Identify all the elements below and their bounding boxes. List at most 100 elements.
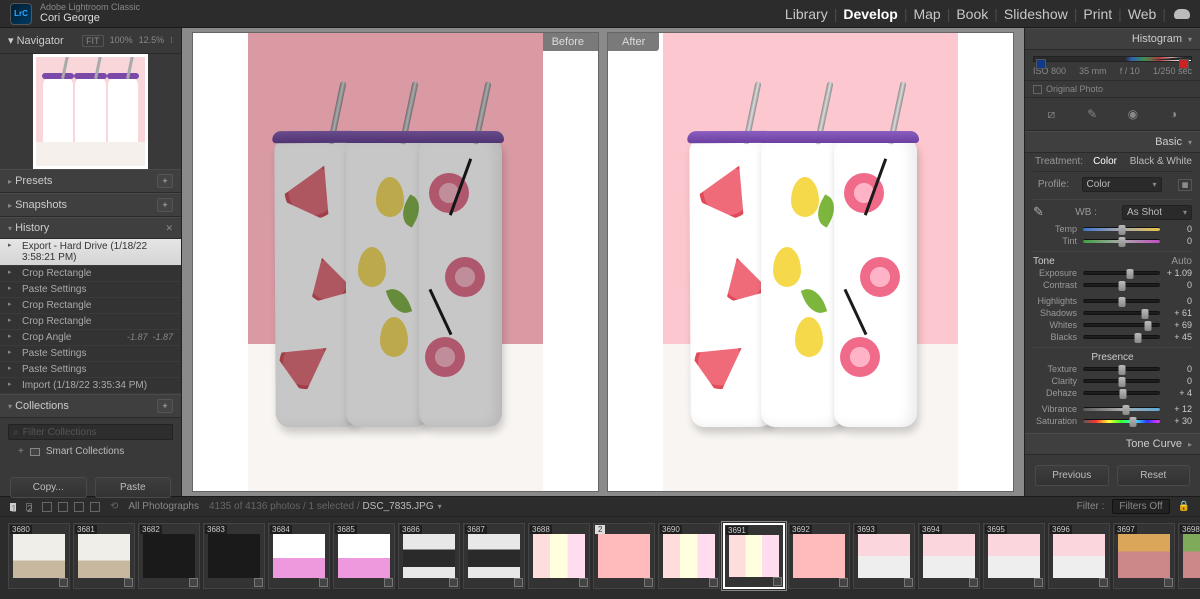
history-item[interactable]: ▸Import (1/18/22 3:35:34 PM) (0, 378, 181, 394)
history-item[interactable]: ▸Crop Rectangle (0, 314, 181, 330)
filmstrip-thumb[interactable]: 3698 (1178, 523, 1200, 589)
texture-slider[interactable]: Texture 0 (1033, 363, 1192, 375)
profile-browser-icon[interactable]: ▦ (1178, 179, 1192, 191)
contrast-slider[interactable]: Contrast 0 (1033, 279, 1192, 291)
filmstrip-thumb[interactable]: 3681 (73, 523, 135, 589)
snapshots-add-icon[interactable] (157, 198, 173, 212)
smart-collections-row[interactable]: Smart Collections (8, 446, 173, 457)
filmstrip-thumb[interactable]: 3684 (268, 523, 330, 589)
filmstrip[interactable]: 368036813682368336843685368636873688 3690… (0, 517, 1200, 599)
saturation-slider[interactable]: Saturation + 30 (1033, 415, 1192, 427)
mask-tool-icon[interactable]: ◑ (1165, 106, 1183, 122)
history-item[interactable]: ▸Crop Rectangle (0, 266, 181, 282)
copy-button[interactable]: Copy... (10, 477, 87, 498)
filmstrip-thumb[interactable]: 3688 (528, 523, 590, 589)
history-item[interactable]: ▸Crop Angle-1.87 -1.87 (0, 330, 181, 346)
filmstrip-thumb[interactable]: 3692 (788, 523, 850, 589)
history-item[interactable]: ▸Export - Hard Drive (1/18/22 3:58:21 PM… (0, 239, 181, 266)
profile-select[interactable]: Color (1082, 177, 1162, 192)
eyedropper-tool-icon[interactable]: ✎ (1033, 204, 1044, 220)
filmstrip-thumb[interactable]: 3694 (918, 523, 980, 589)
filmstrip-thumb[interactable]: 3695 (983, 523, 1045, 589)
collections-add-icon[interactable] (157, 399, 173, 413)
filmstrip-thumb[interactable] (593, 523, 655, 589)
zoom-caret-icon[interactable]: ⁝ (170, 35, 173, 47)
filmstrip-thumb[interactable]: 3686 (398, 523, 460, 589)
histogram-display[interactable] (1033, 56, 1192, 62)
histogram-header[interactable]: Histogram ▾ (1025, 28, 1200, 50)
filmstrip-thumb[interactable]: 3696 (1048, 523, 1110, 589)
module-slideshow[interactable]: Slideshow (1004, 6, 1068, 22)
zoom-fit[interactable]: FIT (82, 35, 104, 47)
zoom-100[interactable]: 100% (110, 35, 133, 47)
history-header[interactable]: ▾ History ✕ (0, 217, 181, 239)
module-develop[interactable]: Develop (843, 6, 897, 22)
history-item[interactable]: ▸Paste Settings (0, 282, 181, 298)
collections-filter-input[interactable]: ⌕ Filter Collections (8, 424, 173, 440)
treatment-bw[interactable]: Black & White (1130, 156, 1192, 167)
filmstrip-thumb[interactable]: 3687 (463, 523, 525, 589)
navigator-header[interactable]: ▾ Navigator FIT 100% 12.5% ⁝ (0, 28, 181, 54)
blacks-slider[interactable]: Blacks + 45 (1033, 331, 1192, 343)
secondary-display-icon[interactable]: 2 (26, 503, 32, 511)
tint-slider[interactable]: Tint 0 (1033, 235, 1192, 247)
texture-label: Texture (1033, 364, 1077, 374)
whites-slider[interactable]: Whites + 69 (1033, 319, 1192, 331)
filmstrip-thumb[interactable]: 3691 (723, 523, 785, 589)
temp-slider[interactable]: Temp 0 (1033, 223, 1192, 235)
filmstrip-thumb[interactable]: 3693 (853, 523, 915, 589)
go-back-icon[interactable]: ⟲ (110, 501, 118, 512)
zoom-custom[interactable]: 12.5% (139, 35, 165, 47)
vibrance-slider[interactable]: Vibrance + 12 (1033, 403, 1192, 415)
history-item[interactable]: ▸Paste Settings (0, 362, 181, 378)
view-mode-icons[interactable] (42, 502, 100, 512)
original-photo-checkbox[interactable]: Original Photo (1025, 81, 1200, 98)
exposure-label: Exposure (1033, 268, 1077, 278)
snapshots-header[interactable]: ▸ Snapshots (0, 193, 181, 217)
filmstrip-thumb[interactable]: 3685 (333, 523, 395, 589)
shadows-slider[interactable]: Shadows + 61 (1033, 307, 1192, 319)
after-image[interactable]: After (607, 32, 1014, 492)
clip-highlights-icon[interactable] (1179, 59, 1189, 69)
crop-tool-icon[interactable]: ⧄ (1042, 106, 1060, 122)
filmstrip-thumb[interactable]: 3697 (1113, 523, 1175, 589)
module-library[interactable]: Library (785, 6, 828, 22)
filmstrip-thumb[interactable]: 3683 (203, 523, 265, 589)
history-item[interactable]: ▸Paste Settings (0, 346, 181, 362)
module-book[interactable]: Book (956, 6, 988, 22)
dehaze-slider[interactable]: Dehaze + 4 (1033, 387, 1192, 399)
redeye-tool-icon[interactable]: ◉ (1124, 106, 1142, 122)
tonecurve-header[interactable]: Tone Curve ▸ (1025, 433, 1200, 455)
previous-button[interactable]: Previous (1035, 465, 1109, 486)
highlights-slider[interactable]: Highlights 0 (1033, 295, 1192, 307)
exposure-slider[interactable]: Exposure + 1.09 (1033, 267, 1192, 279)
history-clear-icon[interactable]: ✕ (165, 223, 173, 234)
collections-header[interactable]: ▾ Collections (0, 394, 181, 418)
presets-add-icon[interactable] (157, 174, 173, 188)
filter-select[interactable]: Filters Off (1112, 499, 1169, 514)
before-image[interactable]: Before (192, 32, 599, 492)
filmstrip-thumb[interactable]: 3690 (658, 523, 720, 589)
presets-header[interactable]: ▸ Presets (0, 169, 181, 193)
module-map[interactable]: Map (913, 6, 940, 22)
filmstrip-thumb[interactable]: 3680 (8, 523, 70, 589)
cloud-sync-icon[interactable] (1174, 9, 1190, 19)
filmstrip-thumb[interactable]: 3682 (138, 523, 200, 589)
navigator-preview[interactable] (0, 54, 181, 169)
primary-display-icon[interactable]: 1 (10, 503, 16, 511)
heal-tool-icon[interactable]: ✎ (1083, 106, 1101, 122)
clarity-slider[interactable]: Clarity 0 (1033, 375, 1192, 387)
wb-select[interactable]: As Shot (1122, 205, 1192, 220)
module-web[interactable]: Web (1128, 6, 1157, 22)
module-print[interactable]: Print (1083, 6, 1112, 22)
paste-button[interactable]: Paste (95, 477, 172, 498)
history-item[interactable]: ▸Crop Rectangle (0, 298, 181, 314)
filmstrip-source[interactable]: All Photographs (128, 501, 199, 512)
filter-lock-icon[interactable]: 🔒 (1178, 501, 1190, 512)
treatment-color[interactable]: Color (1093, 156, 1117, 167)
reset-button[interactable]: Reset (1117, 465, 1191, 486)
basic-panel: Treatment: Color Black & White Profile: … (1025, 153, 1200, 433)
clip-shadows-icon[interactable] (1036, 59, 1046, 69)
auto-button[interactable]: Auto (1171, 256, 1192, 267)
basic-header[interactable]: Basic ▾ (1025, 131, 1200, 153)
